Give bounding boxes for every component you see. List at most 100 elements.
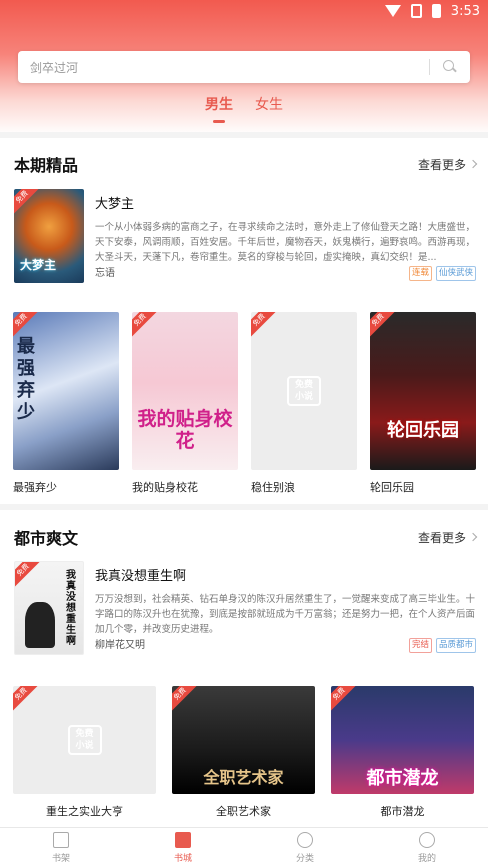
book-name[interactable]: 都市潜龙 bbox=[331, 803, 474, 819]
section-title: 本期精品 bbox=[14, 156, 79, 175]
book-tags: 完结 品质都市 bbox=[408, 638, 476, 653]
book-cover[interactable]: 免费 全职艺术家 bbox=[172, 686, 315, 794]
search-input[interactable]: 剑卒过河 bbox=[18, 51, 470, 83]
book-name[interactable]: 全职艺术家 bbox=[172, 803, 315, 819]
nav-bookshelf[interactable]: 书架 bbox=[0, 828, 122, 867]
search-icon[interactable] bbox=[440, 58, 458, 76]
gender-tabs: 男生 女生 bbox=[0, 94, 488, 114]
book-cover[interactable]: 免费 最强弃少 bbox=[13, 312, 119, 470]
cover-title-text: 大梦主 bbox=[20, 258, 57, 272]
placeholder-logo: 免费 小说 bbox=[287, 376, 321, 406]
book-name[interactable]: 我的贴身校花 bbox=[132, 479, 238, 495]
book-cover[interactable]: 免费 我的贴身校花 bbox=[132, 312, 238, 470]
view-more-button[interactable]: 查看更多 bbox=[418, 156, 478, 173]
cover-title-text: 我的贴身校花 bbox=[137, 408, 233, 452]
book-name[interactable]: 重生之实业大亨 bbox=[13, 803, 156, 819]
section-header-urban: 都市爽文 查看更多 bbox=[14, 525, 478, 549]
category-icon bbox=[297, 831, 313, 848]
tab-female[interactable]: 女生 bbox=[255, 94, 283, 114]
bookshelf-icon bbox=[53, 831, 69, 848]
status-time: 3:53 bbox=[450, 3, 480, 19]
nav-label: 分类 bbox=[295, 853, 314, 864]
book-info: 大梦主 一个从小体弱多病的富商之子，在寻求续命之法时，意外走上了修仙登天之路！大… bbox=[95, 189, 476, 283]
genre-tag: 仙侠武侠 bbox=[435, 266, 476, 281]
placeholder-text: 免费 bbox=[75, 729, 94, 739]
book-title[interactable]: 我真没想重生啊 bbox=[95, 565, 476, 584]
no-sim-icon bbox=[410, 4, 422, 18]
cover-title-text: 都市潜龙 bbox=[366, 768, 439, 789]
section-divider bbox=[0, 504, 488, 510]
free-badge: 免费 bbox=[251, 312, 276, 337]
book-cover[interactable]: 免费 免费 小说 bbox=[251, 312, 357, 470]
featured-book[interactable]: 免费 大梦主 大梦主 一个从小体弱多病的富商之子，在寻求续命之法时，意外走上了修… bbox=[14, 189, 476, 283]
book-author: 忘语 bbox=[95, 268, 115, 279]
book-info: 我真没想重生啊 万万没想到，社会精英、钻石单身汉的陈汉升居然重生了，一觉醒来变成… bbox=[95, 561, 476, 655]
tab-male[interactable]: 男生 bbox=[205, 94, 233, 114]
search-divider bbox=[429, 59, 430, 75]
nav-category[interactable]: 分类 bbox=[244, 828, 366, 867]
free-badge: 免费 bbox=[331, 686, 356, 711]
bookstore-icon bbox=[175, 831, 191, 848]
section-divider bbox=[0, 132, 488, 138]
nav-bookstore[interactable]: 书城 bbox=[122, 828, 244, 867]
book-cover[interactable]: 免费 轮回乐园 bbox=[370, 312, 476, 470]
book-cover[interactable]: 免费 免费 小说 bbox=[13, 686, 156, 794]
battery-icon bbox=[431, 4, 441, 18]
book-tags: 连载 仙侠武侠 bbox=[408, 266, 476, 281]
nav-profile[interactable]: 我的 bbox=[366, 828, 488, 867]
chevron-right-icon bbox=[468, 159, 478, 169]
chevron-right-icon bbox=[468, 532, 478, 542]
free-badge: 免费 bbox=[132, 312, 157, 337]
search-placeholder: 剑卒过河 bbox=[30, 60, 79, 75]
free-badge: 免费 bbox=[13, 686, 38, 711]
book-description: 一个从小体弱多病的富商之子，在寻求续命之法时，意外走上了修仙登天之路！大唐盛世，… bbox=[95, 222, 476, 263]
placeholder-text: 小说 bbox=[75, 741, 94, 751]
book-grid: 免费 免费 小说 重生之实业大亨 免费 全职艺术家 全职艺术家 免费 都市潜龙 … bbox=[13, 686, 474, 819]
cover-title-text: 最强弃少 bbox=[17, 336, 35, 423]
cover-title-text: 我真没想重生啊 bbox=[66, 570, 76, 647]
book-name[interactable]: 最强弃少 bbox=[13, 479, 119, 495]
view-more-label: 查看更多 bbox=[417, 530, 466, 545]
free-badge: 免费 bbox=[370, 312, 395, 337]
book-title[interactable]: 大梦主 bbox=[95, 193, 476, 212]
book-cover[interactable]: 免费 大梦主 bbox=[14, 189, 84, 283]
nav-label: 书架 bbox=[51, 853, 70, 864]
cover-title-text: 轮回乐园 bbox=[387, 420, 459, 441]
cover-figure bbox=[25, 602, 55, 648]
book-name[interactable]: 轮回乐园 bbox=[370, 479, 476, 495]
featured-book[interactable]: 免费 我真没想重生啊 我真没想重生啊 万万没想到，社会精英、钻石单身汉的陈汉升居… bbox=[14, 561, 476, 655]
grid-book[interactable]: 免费 全职艺术家 全职艺术家 bbox=[172, 686, 315, 819]
grid-book[interactable]: 免费 最强弃少 最强弃少 bbox=[13, 312, 119, 495]
cover-title-text: 全职艺术家 bbox=[203, 768, 284, 787]
section-title: 都市爽文 bbox=[14, 529, 79, 548]
nav-label: 书城 bbox=[173, 853, 192, 864]
placeholder-logo: 免费 小说 bbox=[67, 725, 102, 755]
book-cover[interactable]: 免费 我真没想重生啊 bbox=[14, 561, 84, 655]
wifi-icon bbox=[384, 5, 401, 17]
book-author: 柳岸花又明 bbox=[95, 640, 145, 651]
status-bar: 3:53 bbox=[0, 0, 488, 22]
section-header-featured: 本期精品 查看更多 bbox=[14, 152, 478, 176]
book-grid: 免费 最强弃少 最强弃少 免费 我的贴身校花 我的贴身校花 免费 免费 小说 稳… bbox=[13, 312, 476, 495]
free-badge: 免费 bbox=[13, 312, 38, 337]
free-badge: 免费 bbox=[14, 189, 39, 214]
book-description: 万万没想到，社会精英、钻石单身汉的陈汉升居然重生了，一觉醒来变成了高三毕业生。十… bbox=[95, 594, 476, 635]
grid-book[interactable]: 免费 免费 小说 稳住别浪 bbox=[251, 312, 357, 495]
book-cover[interactable]: 免费 都市潜龙 bbox=[331, 686, 474, 794]
view-more-button[interactable]: 查看更多 bbox=[417, 529, 478, 546]
grid-book[interactable]: 免费 轮回乐园 轮回乐园 bbox=[370, 312, 476, 495]
bottom-nav: 书架 书城 分类 我的 bbox=[0, 827, 488, 867]
genre-tag: 品质都市 bbox=[435, 638, 476, 653]
free-badge: 免费 bbox=[15, 562, 40, 587]
placeholder-text: 小说 bbox=[294, 392, 313, 402]
nav-label: 我的 bbox=[417, 853, 436, 864]
grid-book[interactable]: 免费 都市潜龙 都市潜龙 bbox=[331, 686, 474, 819]
placeholder-text: 免费 bbox=[294, 380, 313, 390]
profile-icon bbox=[419, 831, 435, 848]
status-tag: 完结 bbox=[408, 638, 432, 653]
free-badge: 免费 bbox=[172, 686, 197, 711]
book-name[interactable]: 稳住别浪 bbox=[251, 479, 357, 495]
grid-book[interactable]: 免费 我的贴身校花 我的贴身校花 bbox=[132, 312, 238, 495]
status-tag: 连载 bbox=[408, 266, 432, 281]
grid-book[interactable]: 免费 免费 小说 重生之实业大亨 bbox=[13, 686, 156, 819]
